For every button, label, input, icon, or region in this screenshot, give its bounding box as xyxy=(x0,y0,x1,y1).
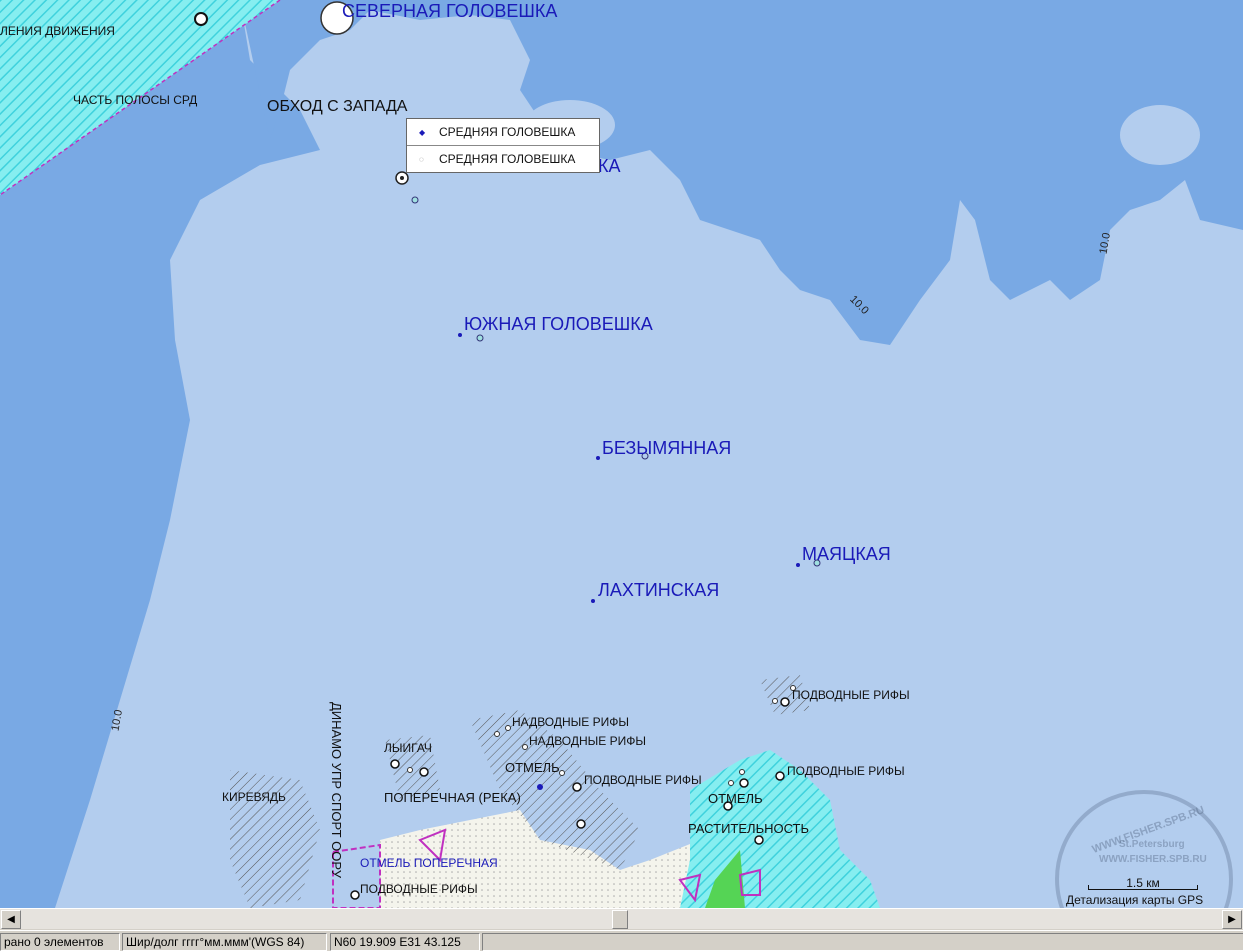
arrow-right-icon: ▶ xyxy=(1228,914,1236,925)
label-kirevyad: КИРЕВЯДЬ xyxy=(222,790,286,804)
label-lpigach: ЛЫИГАЧ xyxy=(384,741,432,755)
popup-item[interactable]: ◌ СРЕДНЯЯ ГОЛОВЕШКА xyxy=(407,146,599,172)
arrow-left-icon: ◀ xyxy=(7,914,15,925)
label-rastitelnost: РАСТИТЕЛЬНОСТЬ xyxy=(688,821,810,836)
shoal-ne xyxy=(1120,105,1200,165)
label-podvodnye-3: ПОДВОДНЫЕ РИФЫ xyxy=(787,764,905,778)
status-selected: рано 0 элементов xyxy=(0,933,120,951)
deep-water-north xyxy=(240,0,1243,345)
status-format: Шир/долг гггг°мм.ммм'(WGS 84) xyxy=(122,933,327,951)
scroll-thumb[interactable] xyxy=(612,910,628,929)
label-otmel-poperechnaya: ОТМЕЛЬ ПОПЕРЕЧНАЯ xyxy=(360,856,498,870)
label-yuzhnaya: ЮЖНАЯ ГОЛОВЕШКА xyxy=(464,314,653,334)
label-podvodnye-4: ПОДВОДНЫЕ РИФЫ xyxy=(360,882,478,896)
map-canvas[interactable]: СЕВЕРНАЯ ГОЛОВЕШКА ОБХОД С ЗАПАДА ЧАСТЬ … xyxy=(0,0,1243,908)
label-podvodnye-2: ПОДВОДНЫЕ РИФЫ xyxy=(584,773,702,787)
label-nadvodnye-1: НАДВОДНЫЕ РИФЫ xyxy=(512,715,629,729)
label-poperechnaya-reka: ПОПЕРЕЧНАЯ (РЕКА) xyxy=(384,790,521,805)
label-severnaya: СЕВЕРНАЯ ГОЛОВЕШКА xyxy=(342,1,558,21)
label-razdeleniya: ЛЕНИЯ ДВИЖЕНИЯ xyxy=(0,24,115,38)
label-srednyaya-partial: КА xyxy=(598,156,621,176)
detail-label: Детализация карты GPS xyxy=(1066,893,1204,907)
popup-item-label: СРЕДНЯЯ ГОЛОВЕШКА xyxy=(439,125,576,139)
label-nadvodnye-2: НАДВОДНЫЕ РИФЫ xyxy=(529,734,646,748)
label-bezymyannaya: БЕЗЫМЯННАЯ xyxy=(602,438,732,458)
status-coords: N60 19.909 E31 43.125 xyxy=(330,933,480,951)
label-dinamo: ДИНАМО УПР СПОРТ ООРУ xyxy=(329,702,344,878)
label-otmel-1: ОТМЕЛЬ xyxy=(505,760,560,775)
status-bar: рано 0 элементов Шир/долг гггг°мм.ммм'(W… xyxy=(0,930,1243,951)
label-otmel-2: ОТМЕЛЬ xyxy=(708,791,763,806)
diamond-icon: ◆ xyxy=(419,127,426,137)
label-chast-polosy: ЧАСТЬ ПОЛОСЫ СРД xyxy=(73,93,198,107)
label-mayatskaya: МАЯЦКАЯ xyxy=(802,544,891,564)
label-lakhtinskaya: ЛАХТИНСКАЯ xyxy=(598,580,720,600)
scale-bar: 1.5 км xyxy=(1088,876,1198,892)
scroll-right-button[interactable]: ▶ xyxy=(1222,910,1242,929)
horizontal-scrollbar[interactable]: ◀ ▶ xyxy=(0,908,1243,929)
label-podvodnye-1: ПОДВОДНЫЕ РИФЫ xyxy=(792,688,910,702)
object-popup[interactable]: ◆ СРЕДНЯЯ ГОЛОВЕШКА ◌ СРЕДНЯЯ ГОЛОВЕШКА xyxy=(406,118,600,173)
popup-item-label: СРЕДНЯЯ ГОЛОВЕШКА xyxy=(439,152,576,166)
label-obkhod: ОБХОД С ЗАПАДА xyxy=(267,98,408,115)
popup-item[interactable]: ◆ СРЕДНЯЯ ГОЛОВЕШКА xyxy=(407,119,599,146)
status-empty xyxy=(482,933,1243,951)
scroll-left-button[interactable]: ◀ xyxy=(1,910,21,929)
ring-icon: ◌ xyxy=(419,154,424,164)
